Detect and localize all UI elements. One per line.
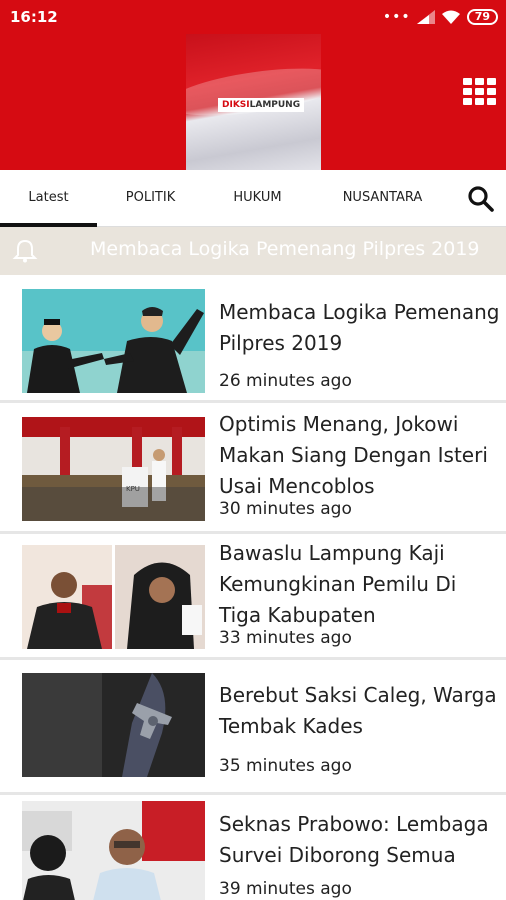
article-time: 26 minutes ago [219, 371, 352, 391]
flag-wave [186, 59, 321, 125]
breaking-news-ticker[interactable]: Membaca Logika Pemenang Pilpres 2019 [0, 227, 506, 275]
article-time: 39 minutes ago [219, 879, 352, 899]
article-item[interactable]: Seknas Prabowo: Lembaga Survei Diborong … [0, 795, 506, 900]
article-thumbnail [22, 545, 205, 649]
bell-icon [12, 239, 38, 263]
app-header: 16:12 ••• 79 DIKSILAMPUNG [0, 0, 506, 170]
article-item[interactable]: Bawaslu Lampung Kaji Kemungkinan Pemilu … [0, 534, 506, 660]
grid-menu-icon[interactable] [463, 78, 497, 106]
wifi-icon [441, 10, 460, 24]
app-logo[interactable]: DIKSILAMPUNG [186, 34, 321, 170]
category-tabs: Latest POLITIK HUKUM NUSANTARA [0, 170, 506, 227]
battery-indicator: 79 [466, 9, 498, 25]
article-thumbnail [22, 673, 205, 777]
article-title: Membaca Logika Pemenang Pilpres 2019 [219, 300, 500, 355]
logo-wordmark: DIKSILAMPUNG [218, 98, 305, 112]
article-thumbnail [22, 801, 205, 900]
article-title: Bawaslu Lampung Kaji Kemungkinan Pemilu … [219, 541, 457, 627]
article-item[interactable]: Membaca Logika Pemenang Pilpres 2019 26 … [0, 275, 506, 403]
status-time: 16:12 [10, 8, 58, 26]
tab-latest[interactable]: Latest [0, 170, 97, 227]
signal-icon [416, 10, 435, 24]
article-item[interactable]: KPU Optimis Menang, Jokowi Makan Siang D… [0, 403, 506, 534]
status-bar: 16:12 ••• 79 [0, 0, 506, 34]
article-title: Optimis Menang, Jokowi Makan Siang Denga… [219, 412, 488, 498]
article-time: 35 minutes ago [219, 756, 352, 776]
article-time: 33 minutes ago [219, 628, 352, 648]
tab-politik[interactable]: POLITIK [102, 170, 199, 227]
tab-nusantara[interactable]: NUSANTARA [325, 170, 440, 227]
search-icon[interactable] [466, 184, 496, 214]
article-time: 30 minutes ago [219, 499, 352, 519]
article-title: Berebut Saksi Caleg, Warga Tembak Kades [219, 683, 497, 738]
article-thumbnail [22, 289, 205, 393]
tab-hukum[interactable]: HUKUM [209, 170, 306, 227]
article-item[interactable]: Berebut Saksi Caleg, Warga Tembak Kades … [0, 660, 506, 795]
status-icons: ••• 79 [383, 8, 498, 26]
article-title: Seknas Prabowo: Lembaga Survei Diborong … [219, 812, 489, 867]
ticker-headline: Membaca Logika Pemenang Pilpres 2019 [90, 238, 480, 260]
more-dots-icon: ••• [382, 9, 411, 25]
article-thumbnail: KPU [22, 417, 205, 521]
